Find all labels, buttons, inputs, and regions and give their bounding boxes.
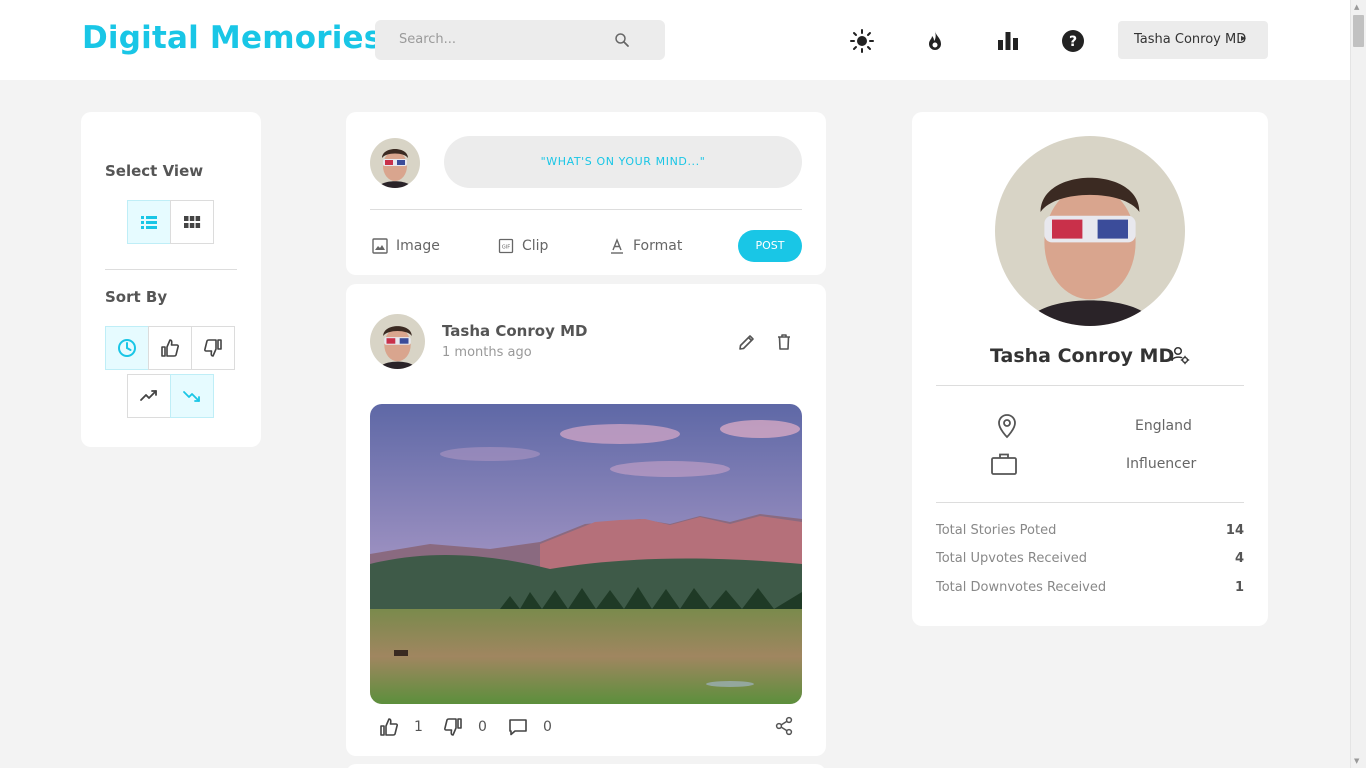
profile-divider (936, 502, 1244, 503)
clock-icon (118, 339, 136, 357)
page-scrollbar[interactable]: ▲ ▼ (1350, 0, 1366, 768)
next-post-card (346, 764, 826, 768)
profile-card: Tasha Conroy MD England Influencer Total… (912, 112, 1268, 626)
search-input[interactable]: Search... (399, 32, 456, 47)
stat-label: Total Downvotes Received (936, 580, 1107, 595)
briefcase-icon (991, 453, 1017, 475)
svg-text:GIF: GIF (502, 245, 510, 251)
grid-view-button[interactable] (170, 200, 214, 244)
post-image[interactable] (370, 404, 802, 704)
trending-up-icon (140, 390, 157, 401)
composer-avatar (370, 138, 420, 188)
sort-toggle-group (105, 326, 235, 370)
profile-location: England (1135, 418, 1192, 434)
view-sort-panel: Select View Sort By (81, 112, 261, 447)
stat-value: 1 (1234, 580, 1244, 595)
share-icon[interactable] (774, 716, 794, 736)
scroll-up-arrow-icon[interactable]: ▲ (1354, 3, 1359, 11)
grid-icon (184, 216, 201, 228)
user-menu-label: Tasha Conroy MD (1134, 32, 1247, 47)
upvote-count: 1 (414, 719, 423, 735)
mountain-landscape-image (370, 404, 802, 704)
scroll-thumb[interactable] (1353, 15, 1364, 47)
comment-icon (509, 719, 527, 736)
sort-trending-down-button[interactable] (170, 374, 214, 418)
stat-value: 14 (1225, 523, 1244, 538)
composer-divider (370, 209, 802, 210)
post-timestamp: 1 months ago (442, 345, 532, 360)
post-author-avatar[interactable] (370, 314, 425, 369)
help-icon[interactable]: ? (1060, 28, 1086, 54)
comment-count: 0 (543, 719, 552, 735)
bar-chart-icon[interactable] (995, 28, 1021, 54)
view-toggle-group (127, 200, 214, 244)
upvote-button[interactable]: 1 (378, 716, 423, 738)
delete-trash-icon[interactable] (774, 332, 794, 352)
image-icon (372, 238, 388, 254)
clip-tool-label: Clip (522, 238, 549, 254)
edit-pencil-icon[interactable] (737, 332, 757, 352)
thumbs-up-icon (161, 339, 179, 357)
user-avatar-image (995, 136, 1185, 326)
location-pin-icon (998, 414, 1016, 439)
image-tool-button[interactable]: Image (372, 238, 440, 254)
user-avatar-image (370, 138, 420, 188)
profile-occupation: Influencer (1126, 456, 1197, 472)
clip-tool-button[interactable]: GIF Clip (498, 238, 548, 254)
sort-trending-up-button[interactable] (127, 374, 171, 418)
trend-toggle-group (127, 374, 214, 418)
downvote-button[interactable]: 0 (442, 716, 487, 738)
thumbs-down-icon (204, 339, 222, 357)
select-view-title: Select View (105, 162, 204, 180)
scroll-down-arrow-icon[interactable]: ▼ (1354, 757, 1359, 765)
stat-label: Total Stories Poted (936, 523, 1057, 538)
caret-right-icon: ▸ (1240, 33, 1246, 44)
user-menu-button[interactable]: Tasha Conroy MD ▸ (1118, 21, 1268, 59)
gif-icon: GIF (498, 238, 514, 254)
profile-avatar (995, 136, 1185, 326)
whats-on-your-mind-input[interactable]: "WHAT'S ON YOUR MIND..." (444, 136, 802, 188)
profile-divider (936, 385, 1244, 386)
app-logo[interactable]: Digital Memories (82, 20, 382, 56)
thumbs-down-icon (444, 718, 462, 736)
sun-icon[interactable] (849, 28, 875, 54)
panel-divider (105, 269, 237, 270)
profile-name: Tasha Conroy MD (990, 345, 1175, 367)
search-icon[interactable] (613, 31, 631, 49)
downvote-count: 0 (478, 719, 487, 735)
sort-recent-button[interactable] (105, 326, 149, 370)
post-composer: "WHAT'S ON YOUR MIND..." Image GIF Clip … (346, 112, 826, 275)
sort-by-title: Sort By (105, 288, 168, 306)
stat-value: 4 (1234, 551, 1244, 566)
format-tool-button[interactable]: Format (609, 238, 682, 254)
post-author-name[interactable]: Tasha Conroy MD (442, 322, 587, 340)
flame-icon[interactable] (922, 28, 948, 54)
search-bar[interactable]: Search... (375, 20, 665, 60)
sort-upvotes-button[interactable] (148, 326, 192, 370)
svg-text:?: ? (1069, 34, 1077, 50)
stat-label: Total Upvotes Received (936, 551, 1088, 566)
list-view-button[interactable] (127, 200, 171, 244)
post-card: Tasha Conroy MD 1 months ago 1 0 0 (346, 284, 826, 756)
text-format-icon (611, 238, 623, 254)
sort-downvotes-button[interactable] (191, 326, 235, 370)
user-settings-icon[interactable] (1170, 345, 1190, 365)
list-icon (141, 216, 157, 229)
post-button[interactable]: POST (738, 230, 802, 262)
trending-down-icon (183, 391, 200, 402)
top-header: Digital Memories Search... ? Tasha Conro… (0, 0, 1350, 80)
image-tool-label: Image (396, 238, 440, 254)
format-tool-label: Format (633, 238, 683, 254)
user-avatar-image (370, 314, 425, 369)
thumbs-up-icon (380, 718, 398, 736)
comment-button[interactable]: 0 (507, 716, 552, 738)
